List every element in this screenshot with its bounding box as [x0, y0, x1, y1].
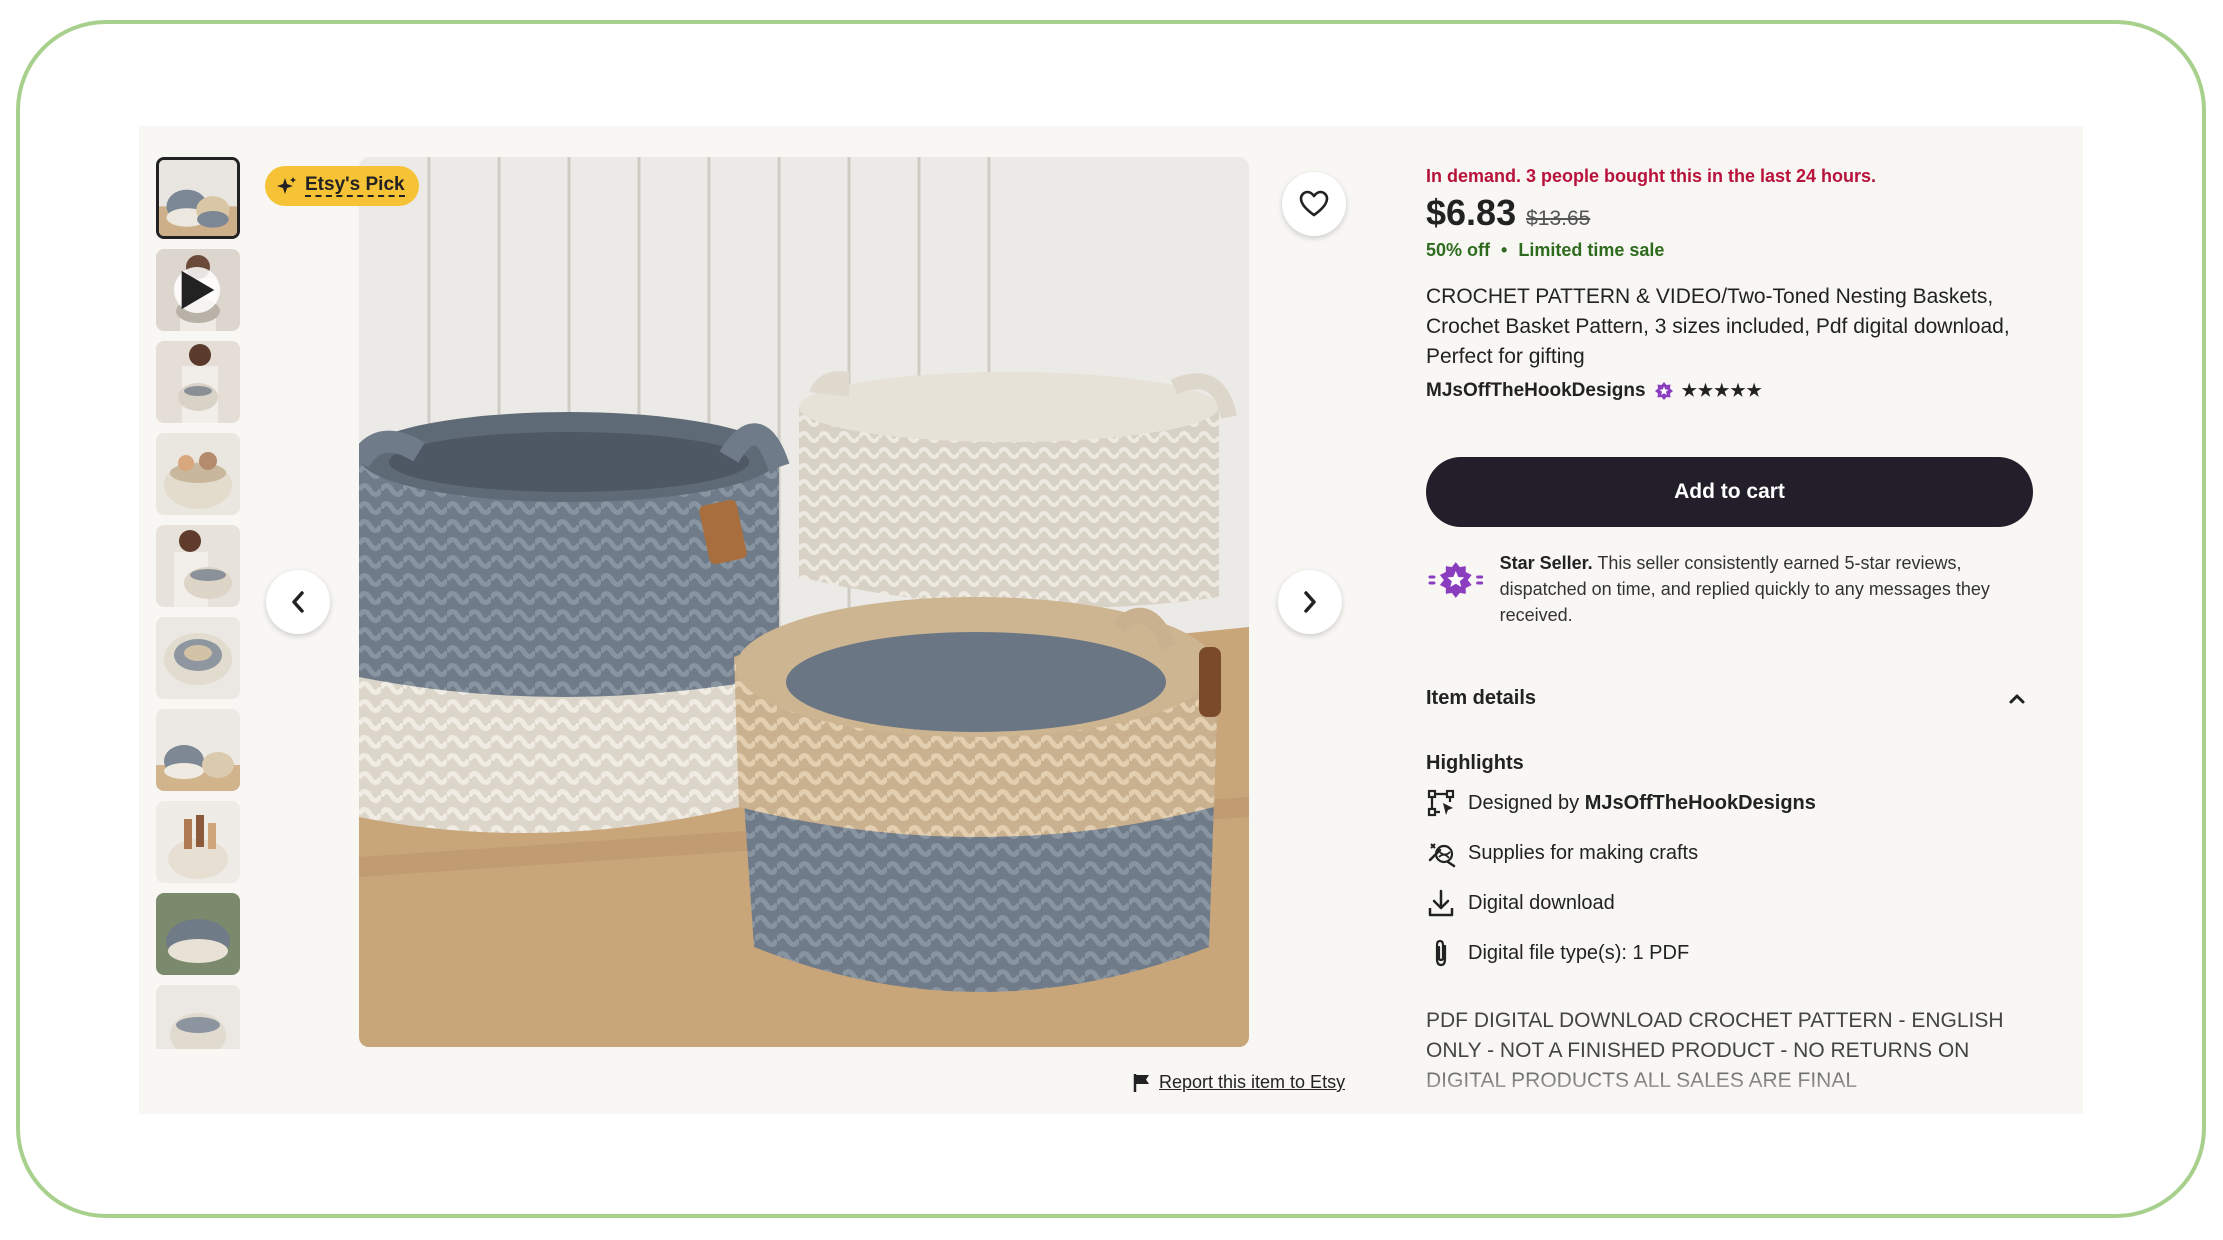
star-seller-info: Star Seller. This seller consistently ea… [1426, 550, 2036, 628]
thumbnail-10[interactable] [156, 985, 240, 1049]
etsys-pick-label: Etsy's Pick [305, 174, 405, 198]
star-seller-text: Star Seller. This seller consistently ea… [1500, 550, 2036, 628]
heart-icon [1299, 190, 1329, 217]
previous-image-button[interactable] [266, 570, 330, 634]
thumbnail-video[interactable] [156, 249, 240, 331]
favorite-button[interactable] [1282, 172, 1346, 236]
discount-label: 50% off [1426, 240, 1491, 260]
etsys-pick-badge[interactable]: Etsy's Pick [265, 166, 419, 206]
sale-info: 50% off • Limited time sale [1426, 240, 1664, 261]
thumbnail-4[interactable] [156, 433, 240, 515]
thumbnail-9[interactable] [156, 893, 240, 975]
report-item-label: Report this item to Etsy [1159, 1072, 1346, 1092]
designed-by-shop-link[interactable]: MJsOffTheHookDesigns [1585, 792, 1816, 814]
add-to-cart-button[interactable]: Add to cart [1426, 457, 2033, 527]
highlight-file-type-label: Digital file type(s): 1 PDF [1468, 941, 1690, 964]
highlight-supplies: Supplies for making crafts [1426, 838, 1698, 868]
chevron-left-icon [292, 591, 304, 613]
item-details-toggle[interactable]: Item details [1426, 687, 2026, 710]
main-product-image [359, 157, 1249, 1047]
thumbnail-3[interactable] [156, 341, 240, 423]
play-icon [174, 267, 220, 313]
sparkle-icon [277, 177, 296, 194]
star-seller-icon [1428, 562, 1484, 598]
current-price: $6.83 [1426, 192, 1517, 233]
sale-note: Limited time sale [1518, 240, 1665, 260]
star-seller-badge-icon [1654, 382, 1673, 400]
thumbnail-8[interactable] [156, 801, 240, 883]
thumbnail-6[interactable] [156, 617, 240, 699]
chevron-up-icon [2009, 694, 2025, 703]
designed-by-prefix: Designed by [1468, 791, 1585, 814]
thumbnail-strip [156, 157, 240, 1049]
price-row: $6.83 $13.65 [1426, 192, 1590, 234]
paperclip-icon [1435, 939, 1447, 967]
next-image-button[interactable] [1278, 570, 1342, 634]
highlight-designed-by: Designed by MJsOffTheHookDesigns [1426, 788, 1816, 818]
original-price: $13.65 [1526, 207, 1591, 230]
download-icon [1428, 889, 1454, 917]
design-frame-icon [1427, 789, 1455, 817]
thumbnail-5[interactable] [156, 525, 240, 607]
rating-stars: ★★★★★ [1681, 381, 1763, 400]
flag-icon [1133, 1073, 1149, 1092]
thumbnail-1[interactable] [156, 157, 240, 239]
highlights-title: Highlights [1426, 752, 1524, 774]
highlight-digital-download: Digital download [1426, 888, 1615, 918]
sale-separator: • [1501, 240, 1508, 260]
shop-name-link[interactable]: MJsOffTheHookDesigns [1426, 380, 1646, 402]
listing-title: CROCHET PATTERN & VIDEO/Two-Toned Nestin… [1426, 285, 2010, 368]
chevron-right-icon [1304, 591, 1316, 613]
craft-supplies-icon [1428, 843, 1456, 868]
star-seller-label: Star Seller. [1499, 553, 1593, 573]
highlight-file-type: Digital file type(s): 1 PDF [1426, 938, 1689, 968]
demand-notice: In demand. 3 people bought this in the l… [1426, 166, 1877, 186]
item-details-header: Item details [1426, 687, 1537, 709]
report-item-link[interactable]: Report this item to Etsy [1133, 1072, 1345, 1093]
shop-info: MJsOffTheHookDesigns ★★★★★ [1426, 380, 1763, 402]
thumbnail-7[interactable] [156, 709, 240, 791]
highlight-download-label: Digital download [1468, 891, 1615, 914]
designed-by-text: Designed by MJsOffTheHookDesigns [1468, 792, 1816, 815]
description-fade [1426, 1060, 2046, 1100]
highlight-supplies-label: Supplies for making crafts [1468, 841, 1699, 864]
